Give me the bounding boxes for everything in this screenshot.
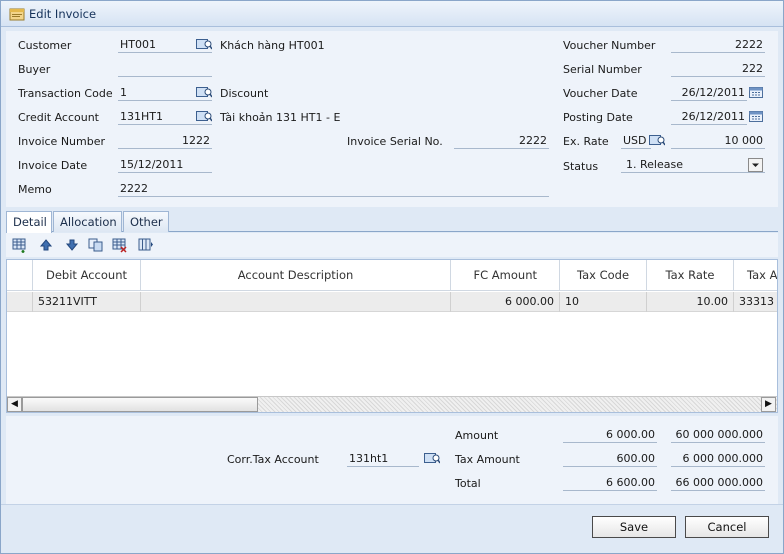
move-up-icon[interactable] xyxy=(38,237,54,253)
grid-toolbar xyxy=(6,233,778,257)
amount-label: Amount xyxy=(455,429,499,442)
detail-grid: Debit Account Account Description FC Amo… xyxy=(6,259,778,413)
voucher-number-label: Voucher Number xyxy=(563,39,656,52)
corr-tax-account-label: Corr.Tax Account xyxy=(227,453,319,466)
invoice-window-icon xyxy=(9,8,25,21)
tax-amount-fc-field: 600.00 xyxy=(563,451,657,467)
cell-tax-rate[interactable]: 10.00 xyxy=(647,292,734,312)
amount-lc-field: 60 000 000.000 xyxy=(671,427,765,443)
grid-horizontal-scrollbar[interactable]: ◀ ▶ xyxy=(7,396,777,412)
voucher-date-field[interactable]: 26/12/2011 xyxy=(671,85,747,101)
save-button[interactable]: Save xyxy=(592,516,676,538)
add-row-icon[interactable] xyxy=(12,237,28,253)
credit-account-lookup-icon[interactable] xyxy=(196,110,212,122)
invoice-date-field[interactable]: 15/12/2011 xyxy=(118,157,212,173)
columns-icon[interactable] xyxy=(138,237,154,253)
grid-header-row: Debit Account Account Description FC Amo… xyxy=(7,260,777,291)
serial-number-field[interactable]: 222 xyxy=(671,61,765,77)
corr-tax-account-lookup-icon[interactable] xyxy=(424,452,440,464)
column-header-account-description[interactable]: Account Description xyxy=(141,260,451,291)
invoice-serial-label: Invoice Serial No. xyxy=(347,135,443,148)
ex-rate-field[interactable]: 10 000 xyxy=(671,133,765,149)
column-header-tax-account[interactable]: Tax A xyxy=(734,260,777,291)
serial-number-label: Serial Number xyxy=(563,63,642,76)
column-header-tax-rate[interactable]: Tax Rate xyxy=(647,260,734,291)
ex-rate-label: Ex. Rate xyxy=(563,135,609,148)
invoice-date-label: Invoice Date xyxy=(18,159,88,172)
invoice-number-label: Invoice Number xyxy=(18,135,106,148)
posting-date-field[interactable]: 26/12/2011 xyxy=(671,109,747,125)
invoice-header-form: Customer HT001 Khách hàng HT001 Buyer Tr… xyxy=(6,31,778,207)
customer-name-text: Khách hàng HT001 xyxy=(220,39,325,52)
tab-other[interactable]: Other xyxy=(123,211,169,232)
scrollbar-thumb[interactable] xyxy=(22,397,258,412)
voucher-date-calendar-icon[interactable] xyxy=(749,87,763,98)
cancel-button[interactable]: Cancel xyxy=(685,516,769,538)
scroll-left-arrow-icon[interactable]: ◀ xyxy=(7,397,22,412)
customer-label: Customer xyxy=(18,39,72,52)
transaction-code-label: Transaction Code xyxy=(18,87,113,100)
customer-lookup-icon[interactable] xyxy=(196,38,212,50)
amount-fc-field: 6 000.00 xyxy=(563,427,657,443)
column-header-debit-account[interactable]: Debit Account xyxy=(33,260,141,291)
delete-row-icon[interactable] xyxy=(112,237,128,253)
total-label: Total xyxy=(455,477,481,490)
move-down-icon[interactable] xyxy=(64,237,80,253)
status-dropdown-button[interactable] xyxy=(748,158,763,172)
chevron-down-icon xyxy=(752,163,759,167)
tab-allocation[interactable]: Allocation xyxy=(53,211,122,232)
credit-account-name-text: Tài khoản 131 HT1 - E xyxy=(220,111,341,124)
voucher-date-label: Voucher Date xyxy=(563,87,638,100)
scroll-right-arrow-icon[interactable]: ▶ xyxy=(761,397,776,412)
status-label: Status xyxy=(563,160,599,173)
credit-account-label: Credit Account xyxy=(18,111,99,124)
cell-debit-account[interactable]: 53211VITT xyxy=(33,292,141,312)
row-selector-header xyxy=(7,260,33,291)
summary-panel: Corr.Tax Account 131ht1 Amount 6 000.00 … xyxy=(6,416,778,504)
posting-date-calendar-icon[interactable] xyxy=(749,111,763,122)
column-header-tax-code[interactable]: Tax Code xyxy=(560,260,647,291)
column-header-fc-amount[interactable]: FC Amount xyxy=(451,260,560,291)
voucher-number-field[interactable]: 2222 xyxy=(671,37,765,53)
tax-amount-lc-field: 6 000 000.000 xyxy=(671,451,765,467)
memo-field[interactable]: 2222 xyxy=(118,181,549,197)
title-bar: Edit Invoice xyxy=(1,1,783,27)
currency-lookup-icon[interactable] xyxy=(649,134,665,146)
total-fc-field: 6 600.00 xyxy=(563,475,657,491)
invoice-number-field[interactable]: 1222 xyxy=(118,133,212,149)
transaction-name-text: Discount xyxy=(220,87,269,100)
buyer-label: Buyer xyxy=(18,63,51,76)
invoice-serial-field[interactable]: 2222 xyxy=(454,133,549,149)
status-select[interactable]: 1. Release xyxy=(621,157,765,173)
window-title: Edit Invoice xyxy=(29,7,97,21)
footer-divider xyxy=(1,504,783,505)
tab-detail[interactable]: Detail xyxy=(6,211,52,233)
cell-account-description[interactable] xyxy=(141,292,451,312)
tax-amount-label: Tax Amount xyxy=(455,453,520,466)
table-row[interactable]: 53211VITT 6 000.00 10 10.00 33313 xyxy=(7,292,777,312)
buyer-field[interactable] xyxy=(118,61,212,77)
transaction-lookup-icon[interactable] xyxy=(196,86,212,98)
cell-fc-amount[interactable]: 6 000.00 xyxy=(451,292,560,312)
copy-row-icon[interactable] xyxy=(88,237,104,253)
total-lc-field: 66 000 000.000 xyxy=(671,475,765,491)
corr-tax-account-field[interactable]: 131ht1 xyxy=(347,451,419,467)
currency-field[interactable]: USD xyxy=(621,133,651,149)
edit-invoice-window: Edit Invoice Customer HT001 Khách hàng H… xyxy=(0,0,784,554)
posting-date-label: Posting Date xyxy=(563,111,633,124)
cell-tax-code[interactable]: 10 xyxy=(560,292,647,312)
row-selector[interactable] xyxy=(7,292,33,312)
cell-tax-account[interactable]: 33313 xyxy=(734,292,777,312)
memo-label: Memo xyxy=(18,183,52,196)
detail-tabstrip: Detail Allocation Other xyxy=(6,210,778,233)
